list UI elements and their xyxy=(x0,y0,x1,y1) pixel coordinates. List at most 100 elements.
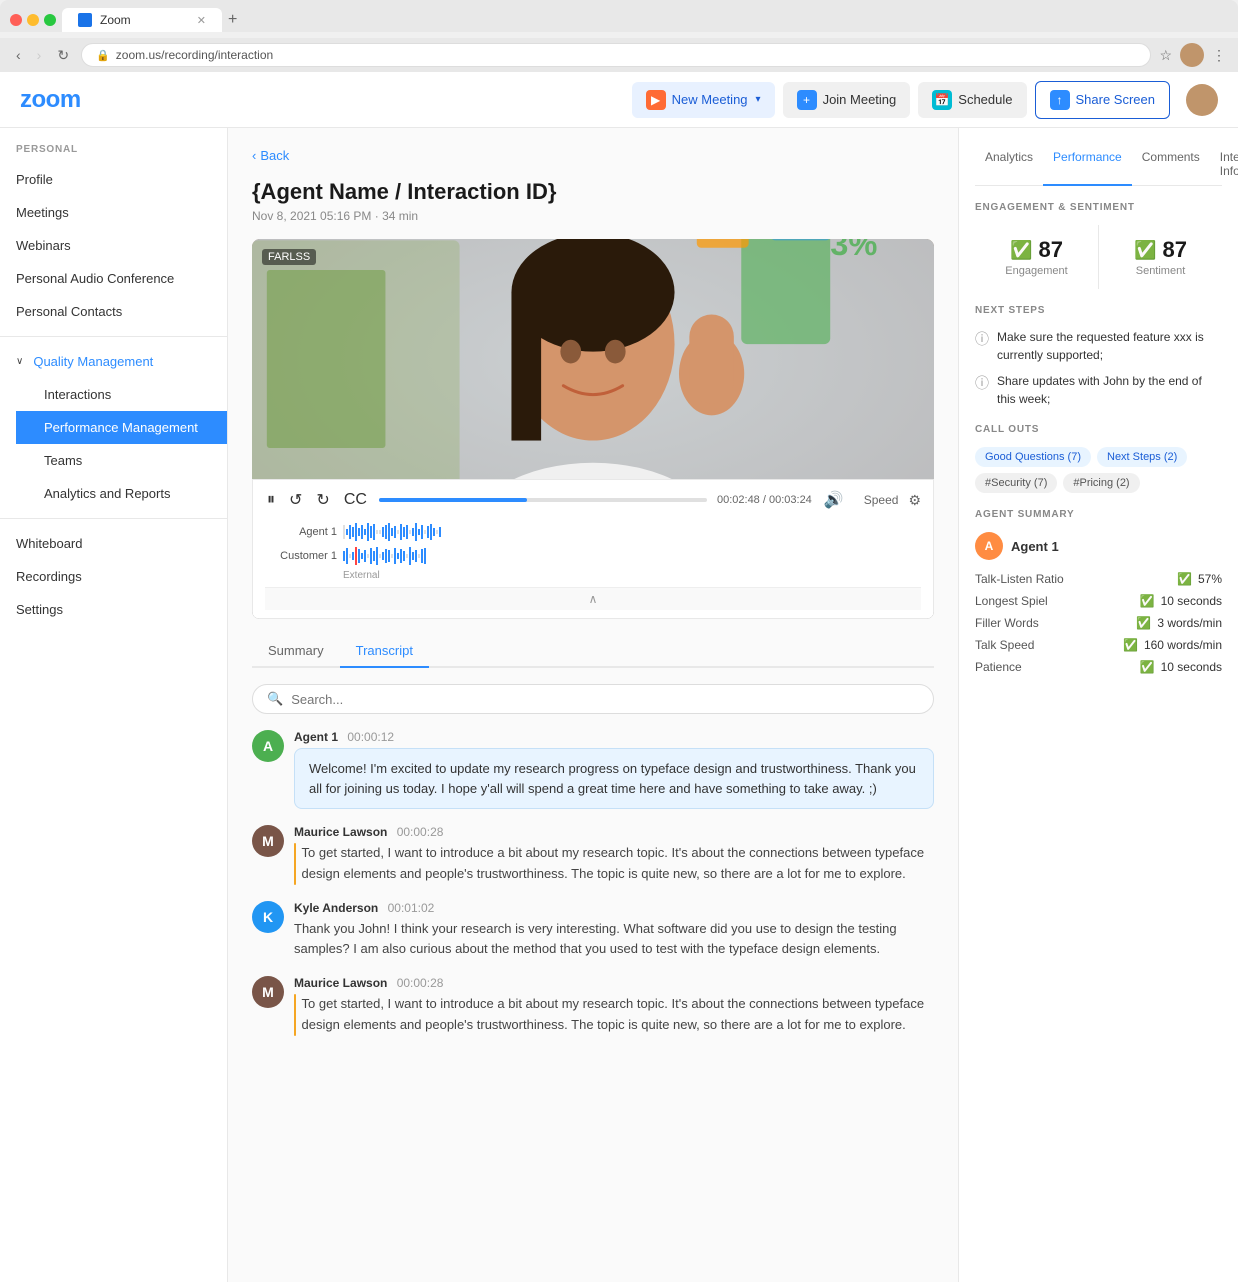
schedule-button[interactable]: 📅 Schedule xyxy=(918,82,1026,118)
sidebar-item-profile[interactable]: Profile xyxy=(0,163,227,196)
customer-waveform-label: Customer 1 xyxy=(265,550,337,562)
engagement-label: Engagement xyxy=(983,265,1090,277)
rewind-button[interactable]: ↺ xyxy=(287,488,304,512)
step-icon-2: ⓘ xyxy=(975,373,989,394)
metric-patience: Patience ✅ 10 seconds xyxy=(975,660,1222,674)
sidebar-item-whiteboard[interactable]: Whiteboard xyxy=(0,527,227,560)
join-meeting-button[interactable]: + Join Meeting xyxy=(783,82,911,118)
video-overlay-text: FARLSS xyxy=(262,249,316,265)
chat-time-4: 00:00:28 xyxy=(397,976,444,990)
forward-button[interactable]: ↻ xyxy=(314,488,331,512)
metric-check-icon-3: ✅ xyxy=(1136,616,1151,630)
search-input[interactable] xyxy=(291,692,919,707)
browser-user-avatar[interactable] xyxy=(1180,43,1204,67)
tab-summary[interactable]: Summary xyxy=(252,635,340,668)
sidebar-item-personal-contacts[interactable]: Personal Contacts xyxy=(0,295,227,328)
content-tabs: Summary Transcript xyxy=(252,635,934,668)
engagement-check-icon: ✅ xyxy=(1010,240,1032,261)
sidebar-item-settings[interactable]: Settings xyxy=(0,593,227,626)
metric-talk-speed: Talk Speed ✅ 160 words/min xyxy=(975,638,1222,652)
cc-button[interactable]: CC xyxy=(342,489,369,511)
maurice-avatar-2: M xyxy=(252,976,284,1008)
share-screen-button[interactable]: ↑ Share Screen xyxy=(1035,81,1171,119)
chat-sender-2: Maurice Lawson 00:00:28 xyxy=(294,825,934,839)
sidebar-item-recordings[interactable]: Recordings xyxy=(0,560,227,593)
sidebar-item-performance-management[interactable]: Performance Management xyxy=(16,411,227,444)
panel-tab-interaction-info[interactable]: Interaction Info xyxy=(1210,144,1238,186)
tab-close-button[interactable]: ✕ xyxy=(197,14,206,27)
customer-waveform-row: Customer 1 xyxy=(265,546,921,566)
back-link[interactable]: ‹ Back xyxy=(252,148,934,163)
chat-indicator-icon-2 xyxy=(294,994,296,1036)
panel-tab-performance[interactable]: Performance xyxy=(1043,144,1132,186)
settings-icon[interactable]: ⚙ xyxy=(908,492,921,509)
sidebar-item-label: Settings xyxy=(16,602,63,617)
sidebar-item-label: Performance Management xyxy=(44,420,198,435)
bookmark-icon[interactable]: ☆ xyxy=(1159,47,1172,64)
topbar: zoom ▶ New Meeting ▾ + Join Meeting 📅 Sc… xyxy=(0,72,1238,128)
chat-text-2: To get started, I want to introduce a bi… xyxy=(302,843,934,885)
browser-tab[interactable]: Zoom ✕ xyxy=(62,8,222,32)
player-timeline[interactable] xyxy=(379,498,707,502)
callout-tag-pricing[interactable]: #Pricing (2) xyxy=(1063,473,1139,493)
agent-waveform-row: Agent 1 xyxy=(265,522,921,542)
metric-check-icon-5: ✅ xyxy=(1140,660,1155,674)
volume-button[interactable]: 🔊 xyxy=(822,488,846,512)
customer-waveform xyxy=(343,546,921,566)
sidebar-item-quality-management[interactable]: ∨ Quality Management xyxy=(0,345,227,378)
new-tab-button[interactable]: + xyxy=(228,11,237,29)
callout-tag-security[interactable]: #Security (7) xyxy=(975,473,1057,493)
sidebar-item-interactions[interactable]: Interactions xyxy=(16,378,227,411)
reload-button[interactable]: ↻ xyxy=(53,45,73,66)
next-step-1: ⓘ Make sure the requested feature xxx is… xyxy=(975,328,1222,364)
video-player[interactable]: 3% FARLSS xyxy=(252,239,934,479)
chat-message-2: M Maurice Lawson 00:00:28 To get started… xyxy=(252,825,934,885)
player-progress xyxy=(379,498,527,502)
sentiment-label: Sentiment xyxy=(1107,265,1214,277)
sidebar-item-label: Recordings xyxy=(16,569,82,584)
user-avatar[interactable] xyxy=(1186,84,1218,116)
tab-favicon xyxy=(78,13,92,27)
sidebar-item-teams[interactable]: Teams xyxy=(16,444,227,477)
sidebar-item-personal-audio[interactable]: Personal Audio Conference xyxy=(0,262,227,295)
back-nav-button[interactable]: ‹ xyxy=(12,45,25,65)
address-bar[interactable]: 🔒 zoom.us/recording/interaction xyxy=(81,43,1151,67)
kyle-avatar: K xyxy=(252,901,284,933)
step-icon-1: ⓘ xyxy=(975,329,989,350)
collapse-waveform-button[interactable]: ∧ xyxy=(265,587,921,610)
sidebar-item-analytics-reports[interactable]: Analytics and Reports xyxy=(16,477,227,510)
speed-label[interactable]: Speed xyxy=(864,493,899,507)
page-title: {Agent Name / Interaction ID} xyxy=(252,179,934,205)
external-label: External xyxy=(343,570,921,581)
sidebar-item-label: Personal Contacts xyxy=(16,304,122,319)
callout-tag-next-steps[interactable]: Next Steps (2) xyxy=(1097,447,1187,467)
new-meeting-button[interactable]: ▶ New Meeting ▾ xyxy=(632,82,775,118)
agent1-avatar: A xyxy=(252,730,284,762)
forward-nav-button[interactable]: › xyxy=(33,45,46,65)
address-text: zoom.us/recording/interaction xyxy=(116,48,273,62)
metric-value-talk-speed: ✅ 160 words/min xyxy=(1123,638,1222,652)
panel-tab-analytics[interactable]: Analytics xyxy=(975,144,1043,186)
video-container: 3% FARLSS ⏸ ↺ ↻ CC xyxy=(252,239,934,619)
metric-value-filler-words: ✅ 3 words/min xyxy=(1136,616,1222,630)
chat-with-indicator-2: To get started, I want to introduce a bi… xyxy=(294,843,934,885)
window-close-dot[interactable] xyxy=(10,14,22,26)
agent-waveform-label: Agent 1 xyxy=(265,526,337,538)
play-pause-button[interactable]: ⏸ xyxy=(265,489,277,511)
maurice-avatar: M xyxy=(252,825,284,857)
metric-label-talk-listen: Talk-Listen Ratio xyxy=(975,572,1064,586)
callout-tag-good-questions[interactable]: Good Questions (7) xyxy=(975,447,1091,467)
agent-name: Agent 1 xyxy=(1011,539,1059,554)
panel-tab-comments[interactable]: Comments xyxy=(1132,144,1210,186)
sidebar-item-webinars[interactable]: Webinars xyxy=(0,229,227,262)
page-subtitle: Nov 8, 2021 05:16 PM · 34 min xyxy=(252,209,934,223)
window-minimize-dot[interactable] xyxy=(27,14,39,26)
waveform-area: Agent 1 xyxy=(265,518,921,587)
sentiment-check-icon: ✅ xyxy=(1134,240,1156,261)
metric-check-icon-4: ✅ xyxy=(1123,638,1138,652)
tab-transcript[interactable]: Transcript xyxy=(340,635,429,668)
sidebar: PERSONAL Profile Meetings Webinars Perso… xyxy=(0,128,228,1282)
window-maximize-dot[interactable] xyxy=(44,14,56,26)
browser-menu-icon[interactable]: ⋮ xyxy=(1212,47,1226,64)
sidebar-item-meetings[interactable]: Meetings xyxy=(0,196,227,229)
